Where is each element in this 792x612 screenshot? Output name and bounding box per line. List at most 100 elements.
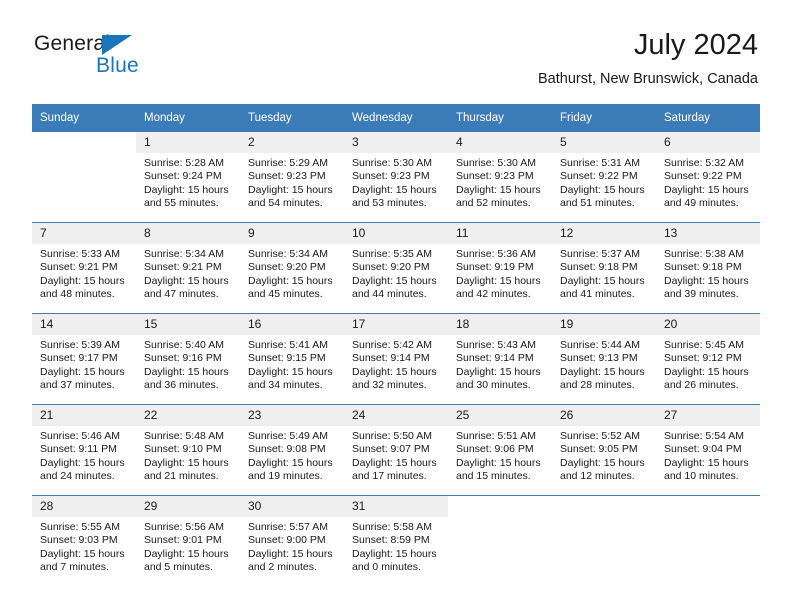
- detail-daylight-line1: Daylight: 15 hours: [144, 365, 229, 378]
- day-number: [32, 132, 136, 153]
- page-header: General Blue July 2024 Bathurst, New Bru…: [34, 28, 758, 94]
- detail-daylight-line2: and 36 minutes.: [144, 379, 219, 392]
- day-number: 28: [32, 496, 136, 517]
- detail-sunrise: Sunrise: 5:35 AM: [352, 248, 432, 260]
- calendar-day-cell[interactable]: 6 Sunrise: 5:32 AM Sunset: 9:22 PM Daylight…: [656, 132, 760, 223]
- day-number: 6: [656, 132, 760, 153]
- day-details: Sunrise: 5:34 AM Sunset: 9:20 PM Daylight:…: [240, 244, 344, 302]
- calendar-day-cell[interactable]: 1 Sunrise: 5:28 AM Sunset: 9:24 PM Daylight…: [136, 132, 240, 223]
- day-details: Sunrise: 5:44 AM Sunset: 9:13 PM Daylight:…: [552, 335, 656, 393]
- calendar-day-cell[interactable]: 7 Sunrise: 5:33 AM Sunset: 9:21 PM Daylight…: [32, 222, 136, 314]
- day-number: [656, 496, 760, 517]
- day-details: Sunrise: 5:50 AM Sunset: 9:07 PM Daylight:…: [344, 426, 448, 484]
- day-number: 23: [240, 405, 344, 426]
- calendar-day-cell[interactable]: 18 Sunrise: 5:43 AM Sunset: 9:14 PM Dayligh…: [448, 313, 552, 405]
- detail-daylight-line1: Daylight: 15 hours: [456, 274, 541, 287]
- day-details: Sunrise: 5:34 AM Sunset: 9:21 PM Daylight:…: [136, 244, 240, 302]
- detail-sunset: Sunset: 9:23 PM: [248, 170, 326, 183]
- day-number: 9: [240, 223, 344, 244]
- detail-sunrise: Sunrise: 5:58 AM: [352, 521, 432, 533]
- calendar-day-cell[interactable]: 30 Sunrise: 5:57 AM Sunset: 9:00 PM Dayligh…: [240, 495, 344, 586]
- detail-sunrise: Sunrise: 5:57 AM: [248, 521, 328, 533]
- day-details: Sunrise: 5:48 AM Sunset: 9:10 PM Daylight:…: [136, 426, 240, 484]
- calendar-day-cell[interactable]: 20 Sunrise: 5:45 AM Sunset: 9:12 PM Dayligh…: [656, 313, 760, 405]
- detail-sunset: Sunset: 9:20 PM: [248, 261, 326, 274]
- day-details: Sunrise: 5:39 AM Sunset: 9:17 PM Daylight:…: [32, 335, 136, 393]
- detail-sunrise: Sunrise: 5:34 AM: [248, 248, 328, 260]
- weekday-header-wednesday: Wednesday: [344, 104, 448, 132]
- calendar-day-cell[interactable]: 22 Sunrise: 5:48 AM Sunset: 9:10 PM Dayligh…: [136, 404, 240, 496]
- detail-daylight-line2: and 45 minutes.: [248, 288, 323, 301]
- detail-sunset: Sunset: 9:18 PM: [560, 261, 638, 274]
- calendar-day-cell[interactable]: 12 Sunrise: 5:37 AM Sunset: 9:18 PM Dayligh…: [552, 222, 656, 314]
- day-details: Sunrise: 5:37 AM Sunset: 9:18 PM Daylight:…: [552, 244, 656, 302]
- day-number: 25: [448, 405, 552, 426]
- calendar-day-cell[interactable]: 14 Sunrise: 5:39 AM Sunset: 9:17 PM Dayligh…: [32, 313, 136, 405]
- detail-sunrise: Sunrise: 5:50 AM: [352, 430, 432, 442]
- detail-sunset: Sunset: 9:22 PM: [664, 170, 742, 183]
- day-number: 15: [136, 314, 240, 335]
- detail-daylight-line1: Daylight: 15 hours: [560, 456, 645, 469]
- day-number: 13: [656, 223, 760, 244]
- detail-daylight-line1: Daylight: 15 hours: [664, 456, 749, 469]
- day-number: 12: [552, 223, 656, 244]
- calendar-day-cell[interactable]: 13 Sunrise: 5:38 AM Sunset: 9:18 PM Dayligh…: [656, 222, 760, 314]
- calendar-day-cell[interactable]: 11 Sunrise: 5:36 AM Sunset: 9:19 PM Dayligh…: [448, 222, 552, 314]
- calendar-day-cell[interactable]: 10 Sunrise: 5:35 AM Sunset: 9:20 PM Dayligh…: [344, 222, 448, 314]
- general-blue-logo[interactable]: General Blue: [34, 32, 174, 84]
- calendar-day-cell[interactable]: 21 Sunrise: 5:46 AM Sunset: 9:11 PM Dayligh…: [32, 404, 136, 496]
- detail-daylight-line2: and 53 minutes.: [352, 197, 427, 210]
- detail-sunset: Sunset: 9:23 PM: [352, 170, 430, 183]
- calendar-day-cell[interactable]: 31 Sunrise: 5:58 AM Sunset: 8:59 PM Dayligh…: [344, 495, 448, 586]
- detail-sunrise: Sunrise: 5:46 AM: [40, 430, 120, 442]
- calendar-day-cell[interactable]: 3 Sunrise: 5:30 AM Sunset: 9:23 PM Daylight…: [344, 132, 448, 223]
- calendar-day-cell[interactable]: 29 Sunrise: 5:56 AM Sunset: 9:01 PM Dayligh…: [136, 495, 240, 586]
- calendar-day-cell[interactable]: 2 Sunrise: 5:29 AM Sunset: 9:23 PM Daylight…: [240, 132, 344, 223]
- day-number: 22: [136, 405, 240, 426]
- day-details: Sunrise: 5:28 AM Sunset: 9:24 PM Daylight:…: [136, 153, 240, 211]
- day-number: 11: [448, 223, 552, 244]
- detail-daylight-line1: Daylight: 15 hours: [40, 365, 125, 378]
- calendar-day-cell[interactable]: 8 Sunrise: 5:34 AM Sunset: 9:21 PM Daylight…: [136, 222, 240, 314]
- calendar-day-cell[interactable]: 16 Sunrise: 5:41 AM Sunset: 9:15 PM Dayligh…: [240, 313, 344, 405]
- detail-daylight-line1: Daylight: 15 hours: [144, 456, 229, 469]
- detail-sunset: Sunset: 9:24 PM: [144, 170, 222, 183]
- calendar-week-row: 7 Sunrise: 5:33 AM Sunset: 9:21 PM Daylight…: [32, 222, 760, 314]
- day-number: 18: [448, 314, 552, 335]
- calendar-day-cell[interactable]: 28 Sunrise: 5:55 AM Sunset: 9:03 PM Dayligh…: [32, 495, 136, 586]
- calendar-day-cell[interactable]: 9 Sunrise: 5:34 AM Sunset: 9:20 PM Daylight…: [240, 222, 344, 314]
- detail-daylight-line1: Daylight: 15 hours: [352, 547, 437, 560]
- calendar-day-cell[interactable]: 17 Sunrise: 5:42 AM Sunset: 9:14 PM Dayligh…: [344, 313, 448, 405]
- day-details: Sunrise: 5:38 AM Sunset: 9:18 PM Daylight:…: [656, 244, 760, 302]
- detail-daylight-line2: and 24 minutes.: [40, 470, 115, 483]
- day-number: 17: [344, 314, 448, 335]
- day-details: Sunrise: 5:42 AM Sunset: 9:14 PM Daylight:…: [344, 335, 448, 393]
- calendar-day-cell[interactable]: 23 Sunrise: 5:49 AM Sunset: 9:08 PM Dayligh…: [240, 404, 344, 496]
- detail-daylight-line2: and 21 minutes.: [144, 470, 219, 483]
- calendar-day-cell[interactable]: 25 Sunrise: 5:51 AM Sunset: 9:06 PM Dayligh…: [448, 404, 552, 496]
- detail-sunrise: Sunrise: 5:32 AM: [664, 157, 744, 169]
- calendar-week-row: 28 Sunrise: 5:55 AM Sunset: 9:03 PM Dayligh…: [32, 495, 760, 586]
- detail-daylight-line2: and 37 minutes.: [40, 379, 115, 392]
- detail-sunrise: Sunrise: 5:48 AM: [144, 430, 224, 442]
- detail-sunrise: Sunrise: 5:34 AM: [144, 248, 224, 260]
- detail-sunrise: Sunrise: 5:55 AM: [40, 521, 120, 533]
- detail-daylight-line1: Daylight: 15 hours: [560, 183, 645, 196]
- detail-sunset: Sunset: 9:15 PM: [248, 352, 326, 365]
- day-number: 14: [32, 314, 136, 335]
- day-number: 8: [136, 223, 240, 244]
- calendar-day-cell[interactable]: 26 Sunrise: 5:52 AM Sunset: 9:05 PM Dayligh…: [552, 404, 656, 496]
- logo-text-general: General: [34, 32, 111, 55]
- logo-text-blue: Blue: [96, 54, 139, 77]
- calendar-day-cell[interactable]: 5 Sunrise: 5:31 AM Sunset: 9:22 PM Daylight…: [552, 132, 656, 223]
- day-number: 3: [344, 132, 448, 153]
- detail-sunrise: Sunrise: 5:33 AM: [40, 248, 120, 260]
- calendar-day-cell[interactable]: 24 Sunrise: 5:50 AM Sunset: 9:07 PM Dayligh…: [344, 404, 448, 496]
- calendar-day-cell[interactable]: 15 Sunrise: 5:40 AM Sunset: 9:16 PM Dayligh…: [136, 313, 240, 405]
- detail-sunrise: Sunrise: 5:39 AM: [40, 339, 120, 351]
- detail-sunrise: Sunrise: 5:36 AM: [456, 248, 536, 260]
- calendar-day-cell[interactable]: 27 Sunrise: 5:54 AM Sunset: 9:04 PM Dayligh…: [656, 404, 760, 496]
- calendar-day-cell[interactable]: 19 Sunrise: 5:44 AM Sunset: 9:13 PM Dayligh…: [552, 313, 656, 405]
- calendar-day-cell[interactable]: 4 Sunrise: 5:30 AM Sunset: 9:23 PM Daylight…: [448, 132, 552, 223]
- detail-sunrise: Sunrise: 5:56 AM: [144, 521, 224, 533]
